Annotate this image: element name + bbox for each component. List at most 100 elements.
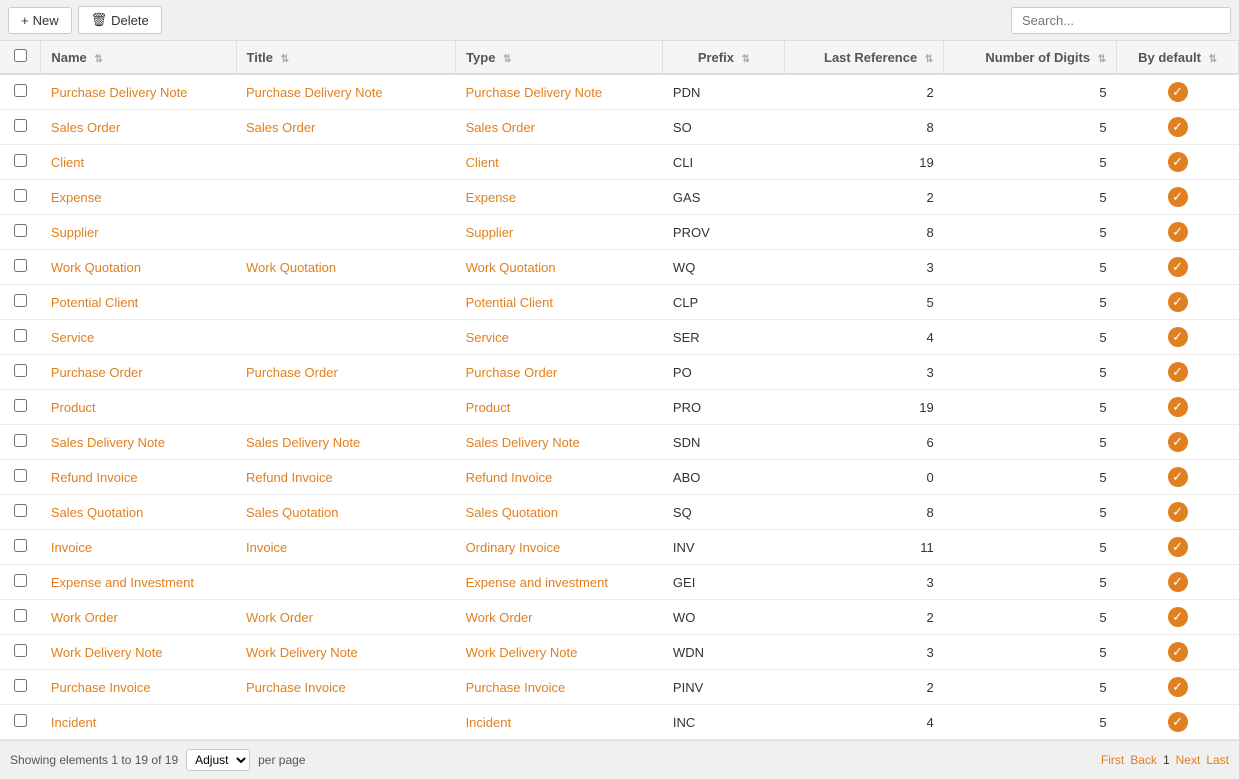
row-type[interactable]: Expense [456,180,663,215]
row-name-link[interactable]: Sales Delivery Note [51,435,165,450]
row-name-link[interactable]: Work Quotation [51,260,141,275]
row-name-link[interactable]: Expense [51,190,102,205]
row-checkbox-cell[interactable] [0,705,41,740]
header-by-default[interactable]: By default ⇅ [1117,41,1239,74]
header-last-reference[interactable]: Last Reference ⇅ [785,41,944,74]
select-all-checkbox[interactable] [14,49,27,62]
row-checkbox-cell[interactable] [0,180,41,215]
row-type-link[interactable]: Product [466,400,511,415]
row-name[interactable]: Expense and Investment [41,565,236,600]
row-name-link[interactable]: Supplier [51,225,99,240]
row-name[interactable]: Work Delivery Note [41,635,236,670]
row-type[interactable]: Work Quotation [456,250,663,285]
row-name-link[interactable]: Service [51,330,94,345]
delete-button[interactable]: 🗑 Delete [78,6,162,34]
row-type-link[interactable]: Client [466,155,499,170]
row-name[interactable]: Client [41,145,236,180]
row-type-link[interactable]: Work Order [466,610,533,625]
row-checkbox[interactable] [14,189,27,202]
row-type-link[interactable]: Purchase Delivery Note [466,85,603,100]
row-name-link[interactable]: Purchase Delivery Note [51,85,188,100]
row-title[interactable]: Purchase Invoice [236,670,456,705]
row-checkbox[interactable] [14,504,27,517]
row-checkbox[interactable] [14,224,27,237]
row-type-link[interactable]: Work Quotation [466,260,556,275]
row-title-link[interactable]: Work Delivery Note [246,645,358,660]
row-title-link[interactable]: Invoice [246,540,287,555]
row-name[interactable]: Supplier [41,215,236,250]
row-title-link[interactable]: Sales Quotation [246,505,339,520]
row-type[interactable]: Work Delivery Note [456,635,663,670]
row-checkbox[interactable] [14,399,27,412]
row-name-link[interactable]: Invoice [51,540,92,555]
row-type[interactable]: Purchase Invoice [456,670,663,705]
row-checkbox-cell[interactable] [0,670,41,705]
row-checkbox[interactable] [14,84,27,97]
row-title-link[interactable]: Purchase Invoice [246,680,346,695]
row-name[interactable]: Sales Order [41,110,236,145]
header-type[interactable]: Type ⇅ [456,41,663,74]
row-type[interactable]: Client [456,145,663,180]
row-checkbox-cell[interactable] [0,74,41,110]
row-type-link[interactable]: Sales Quotation [466,505,559,520]
row-type-link[interactable]: Service [466,330,509,345]
row-checkbox-cell[interactable] [0,530,41,565]
row-type[interactable]: Sales Order [456,110,663,145]
row-checkbox-cell[interactable] [0,495,41,530]
row-type[interactable]: Work Order [456,600,663,635]
row-type-link[interactable]: Supplier [466,225,514,240]
row-name[interactable]: Incident [41,705,236,740]
row-checkbox[interactable] [14,364,27,377]
row-name[interactable]: Refund Invoice [41,460,236,495]
row-checkbox[interactable] [14,679,27,692]
row-title-link[interactable]: Purchase Order [246,365,338,380]
row-title[interactable]: Refund Invoice [236,460,456,495]
pagination-first[interactable]: First [1101,753,1124,767]
row-checkbox-cell[interactable] [0,460,41,495]
row-name[interactable]: Sales Delivery Note [41,425,236,460]
row-type[interactable]: Ordinary Invoice [456,530,663,565]
row-name[interactable]: Expense [41,180,236,215]
row-name-link[interactable]: Purchase Order [51,365,143,380]
row-checkbox[interactable] [14,644,27,657]
row-title-link[interactable]: Work Order [246,610,313,625]
row-name[interactable]: Product [41,390,236,425]
row-checkbox-cell[interactable] [0,355,41,390]
row-title[interactable]: Purchase Order [236,355,456,390]
pagination-back[interactable]: Back [1130,753,1157,767]
row-type[interactable]: Service [456,320,663,355]
select-all-checkbox-header[interactable] [0,41,41,74]
row-name-link[interactable]: Purchase Invoice [51,680,151,695]
row-title-link[interactable]: Purchase Delivery Note [246,85,383,100]
row-name-link[interactable]: Work Delivery Note [51,645,163,660]
pagination-last[interactable]: Last [1206,753,1229,767]
row-type-link[interactable]: Refund Invoice [466,470,553,485]
row-name[interactable]: Service [41,320,236,355]
row-checkbox-cell[interactable] [0,145,41,180]
row-title[interactable]: Work Quotation [236,250,456,285]
row-title[interactable]: Purchase Delivery Note [236,74,456,110]
row-type[interactable]: Potential Client [456,285,663,320]
row-checkbox[interactable] [14,574,27,587]
row-title-link[interactable]: Sales Order [246,120,315,135]
row-name[interactable]: Sales Quotation [41,495,236,530]
row-checkbox[interactable] [14,294,27,307]
row-checkbox-cell[interactable] [0,110,41,145]
row-type-link[interactable]: Sales Delivery Note [466,435,580,450]
row-type[interactable]: Sales Quotation [456,495,663,530]
row-checkbox-cell[interactable] [0,215,41,250]
row-name[interactable]: Purchase Order [41,355,236,390]
row-type-link[interactable]: Expense and investment [466,575,608,590]
row-name[interactable]: Work Quotation [41,250,236,285]
row-checkbox[interactable] [14,329,27,342]
row-type-link[interactable]: Potential Client [466,295,553,310]
row-type-link[interactable]: Purchase Order [466,365,558,380]
row-name-link[interactable]: Client [51,155,84,170]
per-page-select[interactable]: Adjust 10 25 50 [186,749,250,771]
row-name-link[interactable]: Product [51,400,96,415]
row-type[interactable]: Sales Delivery Note [456,425,663,460]
row-name[interactable]: Invoice [41,530,236,565]
row-checkbox[interactable] [14,154,27,167]
row-type[interactable]: Purchase Order [456,355,663,390]
row-type[interactable]: Product [456,390,663,425]
